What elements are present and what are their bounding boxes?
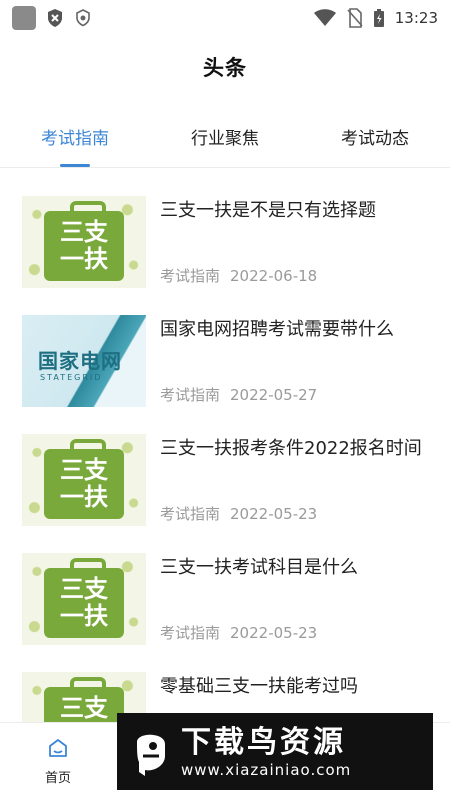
nav-home[interactable]: 首页 bbox=[38, 737, 78, 786]
article-thumbnail: 三支一扶 bbox=[22, 196, 146, 288]
article-date: 2022-06-18 bbox=[230, 267, 318, 285]
article-category: 考试指南 bbox=[160, 267, 221, 285]
thumbnail-text: 国家电网 bbox=[38, 349, 122, 373]
app-icon bbox=[12, 6, 36, 30]
battery-charging-icon bbox=[373, 9, 384, 27]
no-sim-icon bbox=[347, 8, 363, 28]
clock: 13:23 bbox=[394, 9, 438, 27]
article-date: 2022-05-23 bbox=[230, 624, 318, 642]
article-thumbnail: 国家电网 STATEGRID bbox=[22, 315, 146, 407]
article-title: 三支一扶考试科目是什么 bbox=[160, 557, 358, 578]
bird-logo-icon bbox=[137, 734, 165, 776]
tab-exam-guide[interactable]: 考试指南 bbox=[0, 118, 150, 167]
tab-bar: 考试指南 行业聚焦 考试动态 bbox=[0, 118, 450, 168]
article-thumbnail: 三支一扶 bbox=[22, 553, 146, 645]
article-date: 2022-05-23 bbox=[230, 505, 318, 523]
status-bar: 13:23 bbox=[0, 0, 450, 36]
article-title: 国家电网招聘考试需要带什么 bbox=[160, 319, 394, 340]
article-title: 零基础三支一扶能考过吗 bbox=[160, 676, 358, 697]
page-header: 头条 bbox=[0, 52, 450, 82]
article-category: 考试指南 bbox=[160, 624, 221, 642]
article-list: 三支 一扶 三支一扶是不是只有选择题 考试指南 2022-06-18 国家电网 ST… bbox=[0, 178, 450, 773]
article-item[interactable]: 国家电网 STATEGRID 国家电网招聘考试需要带什么 考试指南 2022-05… bbox=[0, 297, 450, 416]
nav-home-label: 首页 bbox=[44, 771, 71, 786]
article-thumbnail: 三支一扶 bbox=[22, 434, 146, 526]
tab-exam-news[interactable]: 考试动态 bbox=[300, 118, 450, 167]
shield-icon bbox=[76, 9, 90, 27]
home-icon bbox=[49, 739, 67, 757]
thumbnail-subtext: STATEGRID bbox=[40, 373, 103, 382]
thumbnail-text: 三支一扶 bbox=[60, 456, 108, 511]
article-category: 考试指南 bbox=[160, 386, 221, 404]
shield-x-icon bbox=[48, 9, 62, 27]
article-item[interactable]: 三支 一扶 三支一扶是不是只有选择题 考试指南 2022-06-18 bbox=[0, 178, 450, 297]
page-title: 头条 bbox=[203, 56, 247, 80]
tab-industry-focus[interactable]: 行业聚焦 bbox=[150, 118, 300, 167]
watermark-brand: 下载鸟资源 bbox=[181, 724, 346, 760]
article-date: 2022-05-27 bbox=[230, 386, 318, 404]
wifi-icon bbox=[313, 9, 336, 26]
watermark-url: www.xiazainiao.com bbox=[181, 760, 352, 779]
article-item[interactable]: 三支 一扶 三支一扶报考条件2022报名时间 考试指南 2022-05-23 bbox=[0, 416, 450, 535]
thumbnail-text: 三支一扶 bbox=[60, 218, 108, 273]
article-title: 三支一扶报考条件2022报名时间 bbox=[160, 438, 422, 459]
watermark: 下载鸟资源 www.xiazainiao.com bbox=[117, 713, 433, 790]
article-category: 考试指南 bbox=[160, 505, 221, 523]
thumbnail-text: 三支一扶 bbox=[60, 575, 108, 630]
article-item[interactable]: 三支 一扶 三支一扶考试科目是什么 考试指南 2022-05-23 bbox=[0, 535, 450, 654]
article-title: 三支一扶是不是只有选择题 bbox=[160, 200, 376, 221]
